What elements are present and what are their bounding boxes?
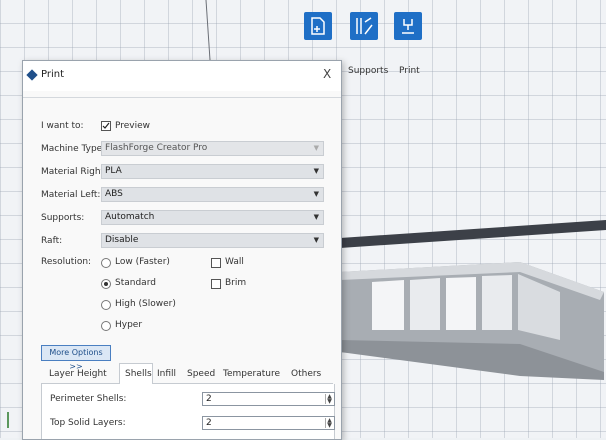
raft-value: Disable <box>105 235 139 245</box>
wall-checkbox[interactable] <box>211 258 221 268</box>
top-solid-layers-label: Top Solid Layers: <box>50 418 126 428</box>
divider <box>23 97 341 98</box>
app-logo-icon <box>26 69 38 81</box>
resolution-high-radio[interactable] <box>101 300 111 310</box>
brim-checkbox[interactable] <box>211 279 221 289</box>
plate-edge <box>340 220 606 248</box>
raft-select[interactable]: Disable ▼ <box>101 233 324 248</box>
add-file-icon <box>304 12 332 40</box>
chevron-down-icon: ▼ <box>313 190 319 198</box>
chevron-down-icon: ▼ <box>313 213 319 221</box>
check-icon <box>102 122 110 129</box>
model-cell <box>372 280 404 330</box>
shells-tab-panel: Perimeter Shells: 2 ▲ ▼ Top Solid Layers:… <box>41 384 335 439</box>
more-options-button[interactable]: More Options >> <box>41 345 111 371</box>
supports-select[interactable]: Automatch ▼ <box>101 210 324 225</box>
machine-type-label: Machine Type: <box>41 144 106 154</box>
wall-label: Wall <box>225 257 244 267</box>
model-cell <box>482 275 512 330</box>
chevron-down-icon: ▼ <box>313 236 319 244</box>
perimeter-shells-label: Perimeter Shells: <box>50 394 127 404</box>
material-left-select[interactable]: ABS ▼ <box>101 187 324 202</box>
spinner-arrows-icon[interactable]: ▲ ▼ <box>325 394 333 405</box>
machine-type-select[interactable]: FlashForge Creator Pro ▼ <box>101 141 324 156</box>
top-solid-layers-input[interactable]: 2 ▲ ▼ <box>202 416 335 430</box>
resolution-standard-label: Standard <box>115 278 156 288</box>
model-cell <box>446 277 476 330</box>
chevron-down-icon: ▼ <box>313 144 319 152</box>
material-right-label: Material Right: <box>41 167 108 177</box>
perimeter-shells-input[interactable]: 2 ▲ ▼ <box>202 392 335 406</box>
model-cell <box>410 278 440 330</box>
resolution-low-label: Low (Faster) <box>115 257 170 267</box>
spinner-arrows-icon[interactable]: ▲ ▼ <box>325 418 333 429</box>
i-want-to-label: I want to: <box>41 121 84 131</box>
preview-checkbox[interactable] <box>101 121 111 131</box>
resolution-low-radio[interactable] <box>101 258 111 268</box>
resolution-high-label: High (Slower) <box>115 299 176 309</box>
print-icon <box>394 12 422 40</box>
supports-button[interactable] <box>350 12 378 52</box>
resolution-label: Resolution: <box>41 257 92 267</box>
raft-label: Raft: <box>41 236 63 246</box>
print-button[interactable] <box>394 12 422 52</box>
close-button[interactable]: X <box>323 67 331 81</box>
supports-value: Automatch <box>105 212 155 222</box>
material-right-value: PLA <box>105 166 122 176</box>
tab-speed[interactable]: Speed <box>187 369 215 379</box>
supports-label: Supports <box>348 66 389 76</box>
resolution-hyper-label: Hyper <box>115 320 143 330</box>
material-left-value: ABS <box>105 189 123 199</box>
dialog-titlebar[interactable]: Print X <box>23 61 341 91</box>
tab-shells[interactable]: Shells <box>125 369 152 379</box>
supports-field-label: Supports: <box>41 213 85 223</box>
tab-temperature[interactable]: Temperature <box>223 369 280 379</box>
perimeter-shells-value: 2 <box>206 394 212 404</box>
preview-label: Preview <box>115 121 151 131</box>
resolution-standard-radio[interactable] <box>101 279 111 289</box>
top-solid-layers-value: 2 <box>206 418 212 428</box>
tab-infill[interactable]: Infill <box>157 369 176 379</box>
resolution-hyper-radio[interactable] <box>101 321 111 331</box>
add-file-button[interactable] <box>304 12 332 52</box>
material-left-label: Material Left: <box>41 190 101 200</box>
machine-type-value: FlashForge Creator Pro <box>105 143 208 153</box>
brim-label: Brim <box>225 278 247 288</box>
axis-line <box>205 0 211 61</box>
print-dialog: Print X I want to: Preview Machine Type:… <box>22 60 342 440</box>
material-right-select[interactable]: PLA ▼ <box>101 164 324 179</box>
supports-icon <box>350 12 378 40</box>
print-label: Print <box>399 66 420 76</box>
tab-layer-height[interactable]: Layer Height <box>49 369 107 379</box>
chevron-down-icon: ▼ <box>313 167 319 175</box>
dialog-title: Print <box>41 69 65 80</box>
tab-others[interactable]: Others <box>291 369 321 379</box>
